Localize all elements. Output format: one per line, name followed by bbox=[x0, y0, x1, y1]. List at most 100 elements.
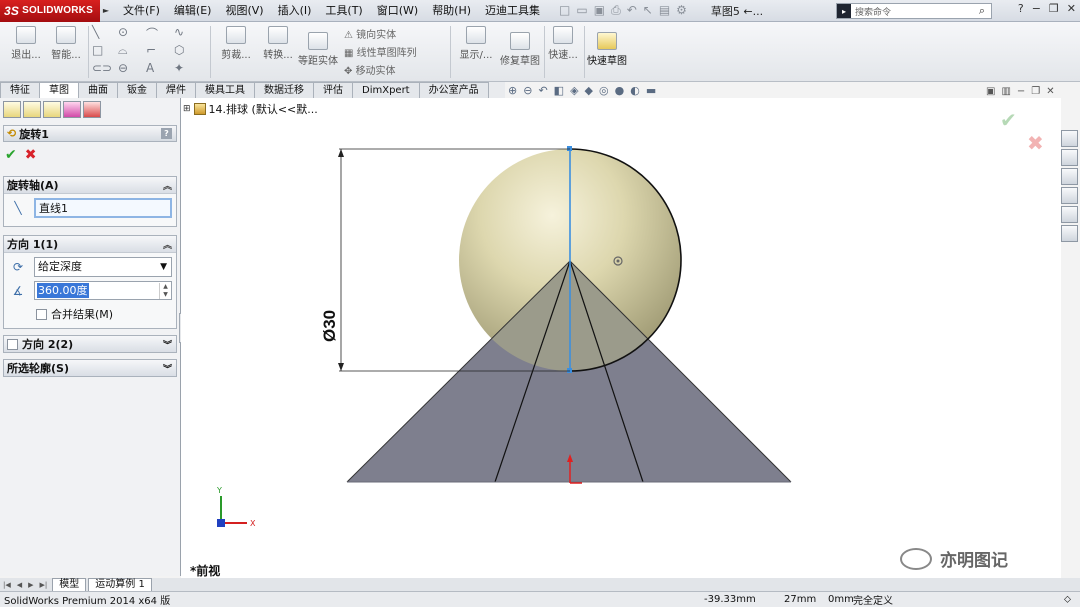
exit-sketch-button[interactable]: 退出... bbox=[8, 26, 44, 61]
menu-insert[interactable]: 插入(I) bbox=[271, 0, 319, 22]
repair-sketch-button[interactable]: 修复草图 bbox=[498, 32, 542, 67]
next-tab-arrow-icon[interactable]: ▶ bbox=[25, 581, 36, 589]
scene-icon[interactable]: ◐ bbox=[630, 84, 640, 97]
confirmation-ok-icon[interactable]: ✔ bbox=[1000, 108, 1017, 132]
flyout-feature-tree[interactable]: ⊞ 14.排球 (默认<<默... bbox=[183, 101, 318, 117]
property-manager-tab-icon[interactable] bbox=[23, 101, 41, 118]
direction1-group-header[interactable]: 方向 1(1) ︽ bbox=[4, 236, 176, 253]
display-manager-tab-icon[interactable] bbox=[83, 101, 101, 118]
diameter-dimension[interactable]: Ø30 bbox=[320, 310, 339, 342]
endpoint-top[interactable] bbox=[567, 146, 572, 151]
line-icon[interactable]: ╲ bbox=[92, 25, 99, 39]
display-style-icon[interactable]: ◆ bbox=[585, 84, 593, 97]
viewport-split-icon[interactable]: ▥ bbox=[1001, 86, 1010, 97]
direction2-group[interactable]: 方向 2(2) ︾ bbox=[3, 335, 177, 353]
linear-pattern-button[interactable]: ▦ 线性草图阵列 bbox=[344, 44, 417, 59]
restore-icon[interactable]: ❐ bbox=[1049, 2, 1059, 15]
collapse-chevron-icon[interactable]: ︽ bbox=[163, 179, 172, 192]
display-relations-button[interactable]: 显示/... bbox=[456, 26, 496, 61]
prev-tab-arrow-icon[interactable]: ◀ bbox=[14, 581, 25, 589]
dimxpert-manager-tab-icon[interactable] bbox=[63, 101, 81, 118]
appearance-icon[interactable]: ● bbox=[615, 84, 625, 97]
close-icon[interactable]: ✕ bbox=[1067, 2, 1076, 15]
last-tab-arrow-icon[interactable]: ▶| bbox=[37, 581, 51, 589]
search-icon[interactable]: ⌕ bbox=[979, 4, 985, 18]
checkbox-box[interactable] bbox=[36, 308, 47, 320]
merge-result-checkbox[interactable]: 合并结果(M) bbox=[8, 306, 172, 322]
circle-icon[interactable]: ⊙ bbox=[118, 25, 128, 39]
expand-chevron-icon[interactable]: ︾ bbox=[163, 362, 172, 375]
save-icon[interactable]: ▣ bbox=[594, 3, 605, 18]
menu-maidi-tools[interactable]: 迈迪工具集 bbox=[478, 0, 547, 22]
menu-tools[interactable]: 工具(T) bbox=[318, 0, 369, 22]
menu-file[interactable]: 文件(F) bbox=[116, 0, 167, 22]
zoom-fit-icon[interactable]: ⊕ bbox=[508, 84, 517, 97]
tab-evaluate[interactable]: 评估 bbox=[313, 82, 353, 98]
menu-edit[interactable]: 编辑(E) bbox=[167, 0, 219, 22]
print-icon[interactable]: ⎙ bbox=[611, 3, 621, 18]
smart-dimension-button[interactable]: 智能... bbox=[48, 26, 84, 61]
tab-dimxpert[interactable]: DimXpert bbox=[352, 82, 420, 98]
ok-check-icon[interactable]: ✔ bbox=[5, 147, 17, 163]
search-input[interactable]: 搜索命令 bbox=[855, 5, 891, 18]
quick-snaps-button[interactable]: 快速... bbox=[546, 26, 580, 61]
spin-arrows-icon[interactable]: ▲ ▼ bbox=[159, 282, 171, 299]
logo-menu-arrow-icon[interactable]: ► bbox=[100, 0, 112, 22]
viewport-close-icon[interactable]: ✕ bbox=[1046, 86, 1054, 97]
rapid-sketch-button[interactable]: 快速草图 bbox=[586, 32, 628, 67]
tab-mold-tools[interactable]: 模具工具 bbox=[195, 82, 255, 98]
tab-weldments[interactable]: 焊件 bbox=[156, 82, 196, 98]
menu-window[interactable]: 窗口(W) bbox=[370, 0, 425, 22]
axis-field[interactable]: 直线1 bbox=[34, 198, 172, 218]
endpoint-bottom[interactable] bbox=[567, 368, 572, 373]
undo-icon[interactable]: ↶ bbox=[627, 3, 637, 18]
zoom-area-icon[interactable]: ⊖ bbox=[523, 84, 532, 97]
graphics-area[interactable]: Ø30 Y X bbox=[181, 98, 1061, 578]
view-orientation-icon[interactable]: ◈ bbox=[570, 84, 578, 97]
end-condition-select[interactable]: 给定深度 ▼ bbox=[34, 257, 172, 277]
arc-icon[interactable]: ⌒ bbox=[146, 25, 158, 42]
point-icon[interactable]: ✦ bbox=[174, 61, 184, 75]
tab-data-migration[interactable]: 数据迁移 bbox=[254, 82, 314, 98]
reverse-direction-icon[interactable]: ⟳ bbox=[8, 258, 28, 276]
cancel-x-icon[interactable]: ✖ bbox=[25, 147, 37, 163]
section-view-icon[interactable]: ◧ bbox=[554, 84, 564, 97]
previous-view-icon[interactable]: ↶ bbox=[538, 84, 547, 97]
appearances-icon[interactable] bbox=[1061, 206, 1078, 223]
angle-value[interactable]: 360.00度 bbox=[37, 283, 89, 298]
angle-spinbox[interactable]: 360.00度 ▲ ▼ bbox=[34, 281, 172, 300]
viewport-tile-icon[interactable]: ▣ bbox=[986, 86, 995, 97]
view-palette-icon[interactable] bbox=[1061, 187, 1078, 204]
rectangle-icon[interactable]: □ bbox=[92, 43, 103, 57]
tab-sheet-metal[interactable]: 钣金 bbox=[117, 82, 157, 98]
rebuild-icon[interactable]: ▤ bbox=[659, 3, 670, 18]
mirror-button[interactable]: ⚠ 镜向实体 bbox=[344, 26, 396, 41]
open-icon[interactable]: ▭ bbox=[576, 3, 587, 18]
search-box[interactable]: ▸ 搜索命令 ⌕ bbox=[836, 3, 992, 19]
tab-sketch[interactable]: 草图 bbox=[39, 82, 79, 98]
help-question-icon[interactable]: ? bbox=[161, 128, 172, 139]
tab-motion-study[interactable]: 运动算例 1 bbox=[88, 577, 152, 592]
selected-contours-group[interactable]: 所选轮廓(S) ︾ bbox=[3, 359, 177, 377]
rebuild-status-icon[interactable]: ⬦ bbox=[1064, 594, 1071, 605]
design-library-icon[interactable] bbox=[1061, 149, 1078, 166]
viewport-restore-icon[interactable]: ❐ bbox=[1031, 86, 1040, 97]
minimize-icon[interactable]: − bbox=[1032, 2, 1041, 15]
file-explorer-icon[interactable] bbox=[1061, 168, 1078, 185]
tab-office-products[interactable]: 办公室产品 bbox=[418, 82, 489, 98]
help-icon[interactable]: ? bbox=[1018, 2, 1024, 15]
plane-icon[interactable]: ⬡ bbox=[174, 43, 184, 57]
tree-part-name[interactable]: 14.排球 (默认<<默... bbox=[209, 101, 318, 117]
new-doc-icon[interactable]: □ bbox=[559, 3, 570, 18]
offset-button[interactable]: 等距实体 bbox=[298, 32, 338, 67]
trim-button[interactable]: 剪裁... bbox=[216, 26, 256, 61]
solidworks-logo[interactable]: 3S SOLIDWORKS bbox=[0, 0, 100, 22]
select-icon[interactable]: ↖ bbox=[643, 3, 653, 18]
menu-help[interactable]: 帮助(H) bbox=[425, 0, 478, 22]
tab-model[interactable]: 模型 bbox=[52, 577, 87, 592]
options-icon[interactable]: ⚙ bbox=[676, 3, 687, 18]
first-tab-arrow-icon[interactable]: |◀ bbox=[0, 581, 14, 589]
convert-button[interactable]: 转换... bbox=[258, 26, 298, 61]
custom-properties-icon[interactable] bbox=[1061, 225, 1078, 242]
slot-icon[interactable]: ⊂⊃ bbox=[92, 61, 112, 75]
